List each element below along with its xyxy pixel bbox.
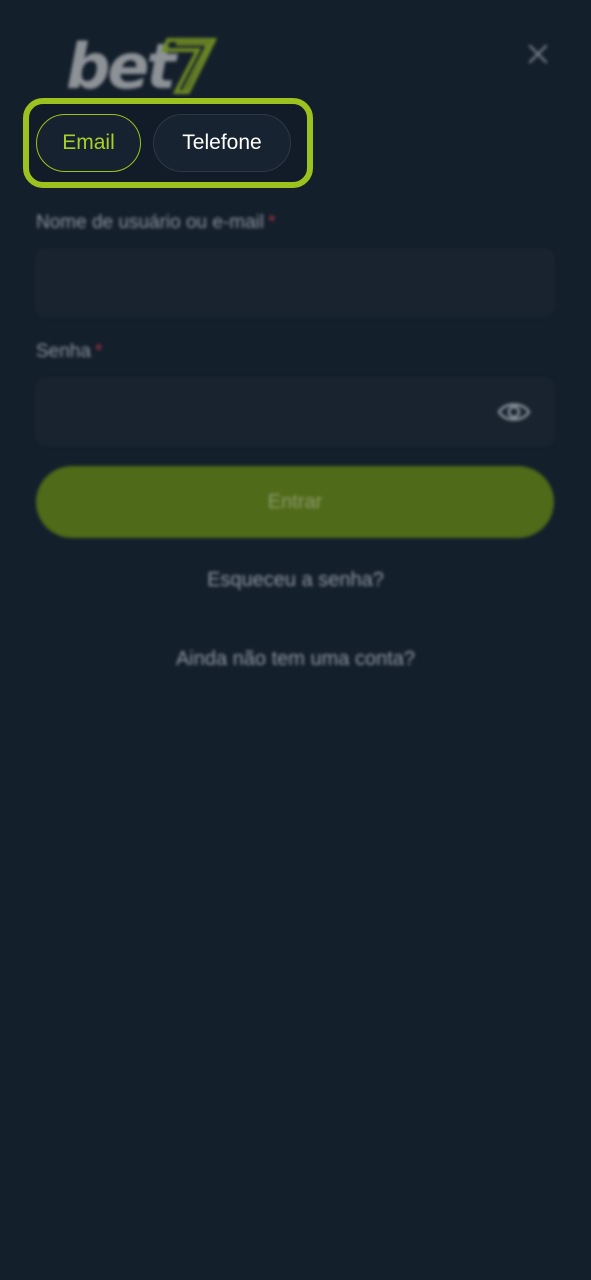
- svg-text:bet: bet: [66, 30, 178, 100]
- username-label-text: Nome de usuário ou e-mail: [36, 212, 265, 233]
- toggle-password-visibility-button[interactable]: [497, 397, 531, 427]
- username-input[interactable]: [37, 250, 553, 316]
- password-field[interactable]: [36, 378, 554, 446]
- close-icon: [528, 44, 548, 64]
- tab-phone[interactable]: Telefone: [153, 114, 291, 172]
- password-label: Senha *: [36, 341, 102, 363]
- close-button[interactable]: [522, 38, 554, 70]
- password-label-text: Senha: [36, 341, 91, 362]
- blurred-background: bet Nome de usuário ou e-mail* Senha*: [0, 0, 591, 1280]
- username-label: Nome de usuário ou e-mail *: [36, 212, 276, 234]
- forgot-password-link[interactable]: Esqueceu a senha?: [0, 569, 591, 592]
- password-input[interactable]: [37, 379, 553, 445]
- bet7-logo: bet: [64, 30, 224, 100]
- tab-email[interactable]: Email: [36, 114, 141, 172]
- required-marker: *: [94, 341, 103, 362]
- username-field[interactable]: [36, 249, 554, 317]
- required-marker: *: [268, 212, 276, 233]
- signup-link[interactable]: Ainda não tem uma conta?: [0, 648, 591, 671]
- login-button[interactable]: Entrar: [36, 466, 554, 538]
- eye-icon: [497, 403, 531, 421]
- bet7-logo-graphic: bet: [66, 30, 218, 100]
- login-screen: bet Nome de usuário ou e-mail* Senha*: [0, 0, 591, 1280]
